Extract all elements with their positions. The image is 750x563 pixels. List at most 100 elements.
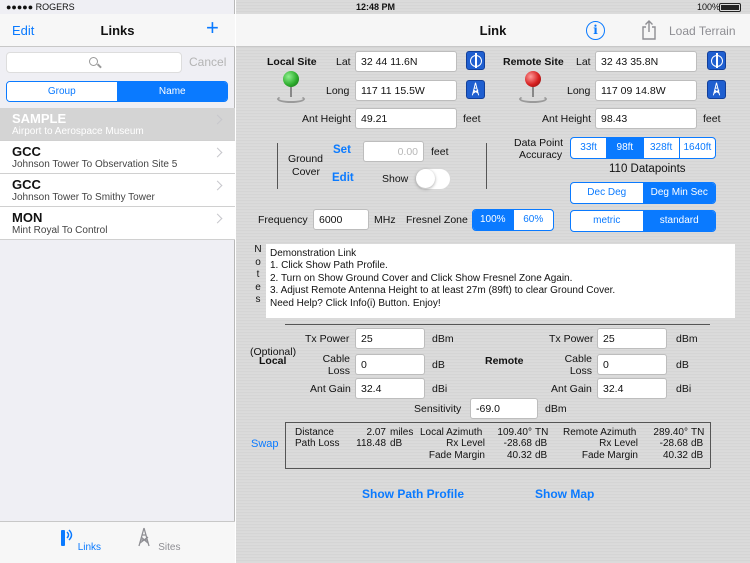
notes-textarea[interactable]: Demonstration Link 1. Click Show Path Pr…	[266, 244, 735, 318]
local-lat-label: Lat	[336, 56, 351, 68]
tab-sites-label: Sites	[158, 542, 181, 553]
dbm-label: dBm	[432, 333, 454, 345]
local-cable-loss-input[interactable]: 0	[355, 354, 425, 375]
list-item[interactable]: GCC Johnson Tower To Observation Site 5	[0, 141, 235, 174]
remote-lat-label: Lat	[576, 56, 591, 68]
clock: 12:48 PM	[356, 2, 396, 12]
antenna-tower-icon[interactable]	[707, 80, 726, 99]
remote-tx-power-input[interactable]: 25	[597, 328, 667, 349]
remote-pin-icon	[519, 71, 547, 103]
info-icon[interactable]: i	[586, 21, 605, 40]
list-item-title: SAMPLE	[12, 111, 67, 126]
remote-long-label: Long	[567, 85, 591, 97]
remote-ant-gain-input[interactable]: 32.4	[597, 378, 667, 399]
remote-azimuth-label: Remote Azimuth	[563, 427, 637, 438]
format-deg-min-sec[interactable]: Deg Min Sec	[643, 183, 715, 203]
feet-label: feet	[431, 146, 449, 158]
edit-ground-cover-button[interactable]: Edit	[332, 172, 354, 184]
compass-icon[interactable]	[466, 51, 485, 70]
battery-percent: 100%	[697, 2, 721, 12]
local-fade-margin-value: 40.32	[506, 450, 532, 461]
loss-label: Loss	[569, 365, 592, 377]
local-azimuth-label: Local Azimuth	[420, 427, 483, 438]
cable-label: Cable	[322, 353, 350, 365]
segment-group[interactable]: Group	[7, 82, 118, 101]
frequency-input[interactable]: 6000	[313, 209, 369, 230]
segment-name[interactable]: Name	[117, 82, 227, 101]
remote-label: Remote	[485, 355, 524, 367]
local-ant-height-input[interactable]: 49.21	[355, 108, 457, 129]
fresnel-100[interactable]: 100%	[473, 210, 514, 230]
local-lat-input[interactable]: 32 44 11.6N	[355, 51, 457, 72]
compass-icon[interactable]	[707, 51, 726, 70]
list-item[interactable]: SAMPLE Airport to Aerospace Museum	[0, 108, 235, 141]
units-standard[interactable]: standard	[643, 211, 715, 231]
path-loss-label: Path Loss	[295, 438, 340, 449]
accuracy-33ft[interactable]: 33ft	[571, 138, 608, 158]
remote-fade-margin-value: 40.32	[662, 450, 688, 461]
mhz-label: MHz	[374, 214, 396, 226]
format-dec-deg[interactable]: Dec Deg	[571, 183, 644, 203]
distance-value: 2.07	[366, 427, 386, 438]
dbm-label: dBm	[676, 333, 698, 345]
chevron-right-icon	[212, 114, 223, 125]
accuracy-98ft[interactable]: 98ft	[607, 138, 644, 158]
show-ground-cover-toggle[interactable]	[415, 168, 451, 190]
search-icon	[89, 57, 98, 66]
units-metric[interactable]: metric	[571, 211, 644, 231]
list-item-subtitle: Airport to Aerospace Museum	[12, 126, 144, 137]
swap-button[interactable]: Swap	[251, 438, 279, 450]
share-icon[interactable]	[641, 20, 657, 40]
antenna-tower-icon[interactable]	[466, 80, 485, 99]
divider	[285, 422, 286, 468]
list-item[interactable]: GCC Johnson Tower To Smithy Tower	[0, 174, 235, 207]
path-loss-value: 118.48	[356, 438, 386, 449]
cancel-button[interactable]: Cancel	[189, 55, 226, 69]
list-item[interactable]: MON Mint Royal To Control	[0, 207, 235, 240]
accuracy-328ft[interactable]: 328ft	[644, 138, 680, 158]
list-item-subtitle: Johnson Tower To Observation Site 5	[12, 159, 178, 170]
local-fade-margin-label: Fade Margin	[428, 450, 485, 461]
links-list: SAMPLE Airport to Aerospace Museum GCC J…	[0, 108, 235, 240]
divider	[710, 422, 711, 468]
units-control: metric standard	[570, 210, 716, 232]
set-ground-cover-button[interactable]: Set	[333, 144, 351, 156]
local-ant-height-label: Ant Height	[302, 113, 352, 125]
remote-cable-loss-input[interactable]: 0	[597, 354, 667, 375]
remote-site-label: Remote Site	[503, 56, 564, 68]
load-terrain-button[interactable]: Load Terrain	[669, 24, 736, 38]
sensitivity-label: Sensitivity	[414, 403, 462, 415]
fresnel-60[interactable]: 60%	[514, 210, 554, 230]
local-rx-level-label: Rx Level	[446, 438, 485, 449]
local-ant-gain-label: Ant Gain	[310, 383, 351, 395]
remote-fade-margin-label: Fade Margin	[581, 450, 638, 461]
tab-sites[interactable]: Sites	[127, 526, 187, 553]
links-title: Links	[100, 23, 135, 38]
remote-ant-height-input[interactable]: 98.43	[595, 108, 697, 129]
add-link-button[interactable]: +	[206, 17, 219, 39]
local-long-input[interactable]: 117 11 15.5W	[355, 80, 457, 101]
accuracy-1640ft[interactable]: 1640ft	[680, 138, 715, 158]
frequency-label: Frequency	[258, 214, 308, 226]
show-map-button[interactable]: Show Map	[535, 487, 594, 501]
local-rx-level-value: -28.68	[503, 438, 532, 449]
search-input[interactable]	[6, 52, 182, 73]
local-ant-gain-input[interactable]: 32.4	[355, 378, 425, 399]
remote-tx-power-label: Tx Power	[549, 333, 594, 345]
local-tx-power-input[interactable]: 25	[355, 328, 425, 349]
sensitivity-input[interactable]: -69.0	[470, 398, 538, 419]
accuracy-label: Accuracy	[519, 149, 563, 161]
fresnel-zone-control: 100% 60%	[472, 209, 554, 231]
data-point-label: Data Point	[514, 137, 564, 149]
remote-long-input[interactable]: 117 09 14.8W	[595, 80, 697, 101]
remote-lat-input[interactable]: 32 43 35.8N	[595, 51, 697, 72]
local-azimuth-unit: TN	[535, 427, 549, 438]
show-path-profile-button[interactable]: Show Path Profile	[362, 487, 464, 501]
coordinate-format-control: Dec Deg Deg Min Sec	[570, 182, 716, 204]
db-label: dB	[676, 359, 689, 371]
tab-links[interactable]: Links	[47, 526, 107, 553]
status-bar: ●●●●● ROGERS 12:48 PM 100%	[0, 0, 750, 14]
ground-cover-input[interactable]: 0.00	[363, 141, 424, 162]
distance-label: Distance	[295, 427, 334, 438]
notes-label: N o t e s	[254, 244, 262, 305]
